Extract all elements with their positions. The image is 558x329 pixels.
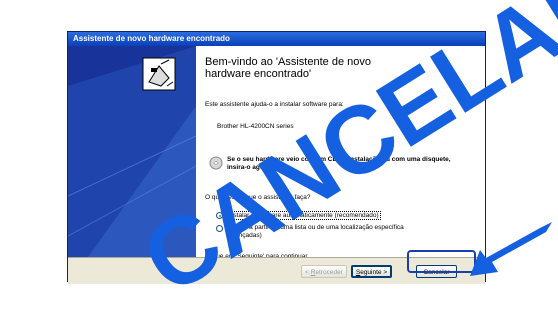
cancel-watermark-overlay: CANCELAR [125,0,558,315]
arrow-icon [470,222,552,276]
